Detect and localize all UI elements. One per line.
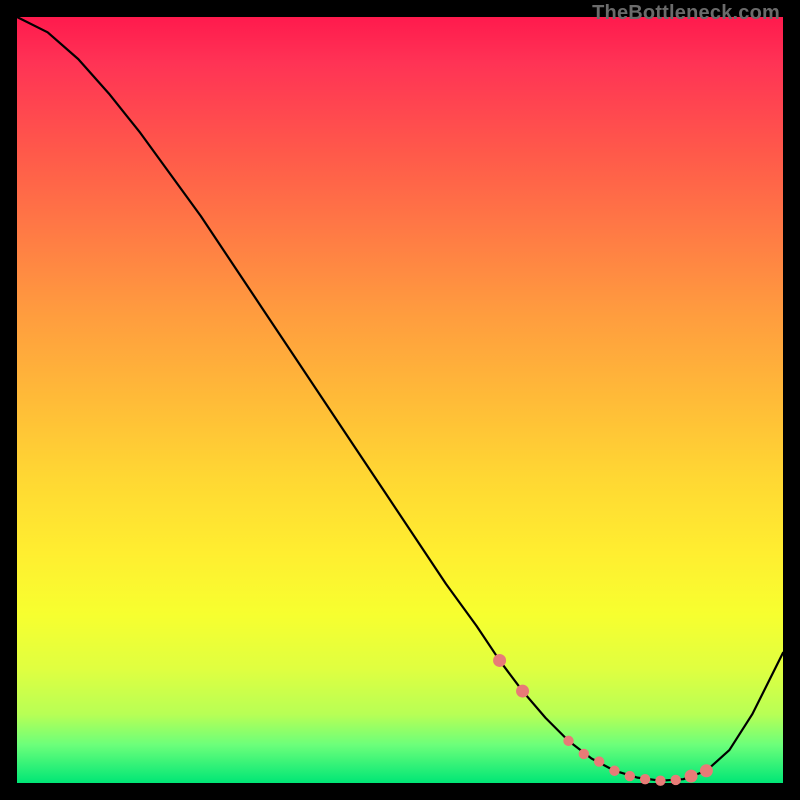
chart-stage: TheBottleneck.com [0,0,800,800]
markers-layer [493,654,713,786]
marker-point [685,770,698,783]
marker-point [700,764,713,777]
marker-point [609,766,619,776]
marker-point [640,774,650,784]
watermark-text: TheBottleneck.com [592,2,780,25]
marker-point [671,775,681,785]
marker-point [493,654,506,667]
marker-point [625,771,635,781]
marker-point [655,776,665,786]
marker-point [516,685,529,698]
bottleneck-curve [17,17,783,781]
chart-svg [17,17,783,783]
curve-layer [17,17,783,781]
plot-area [17,17,783,783]
marker-point [563,736,573,746]
marker-point [579,749,589,759]
marker-point [594,756,604,766]
